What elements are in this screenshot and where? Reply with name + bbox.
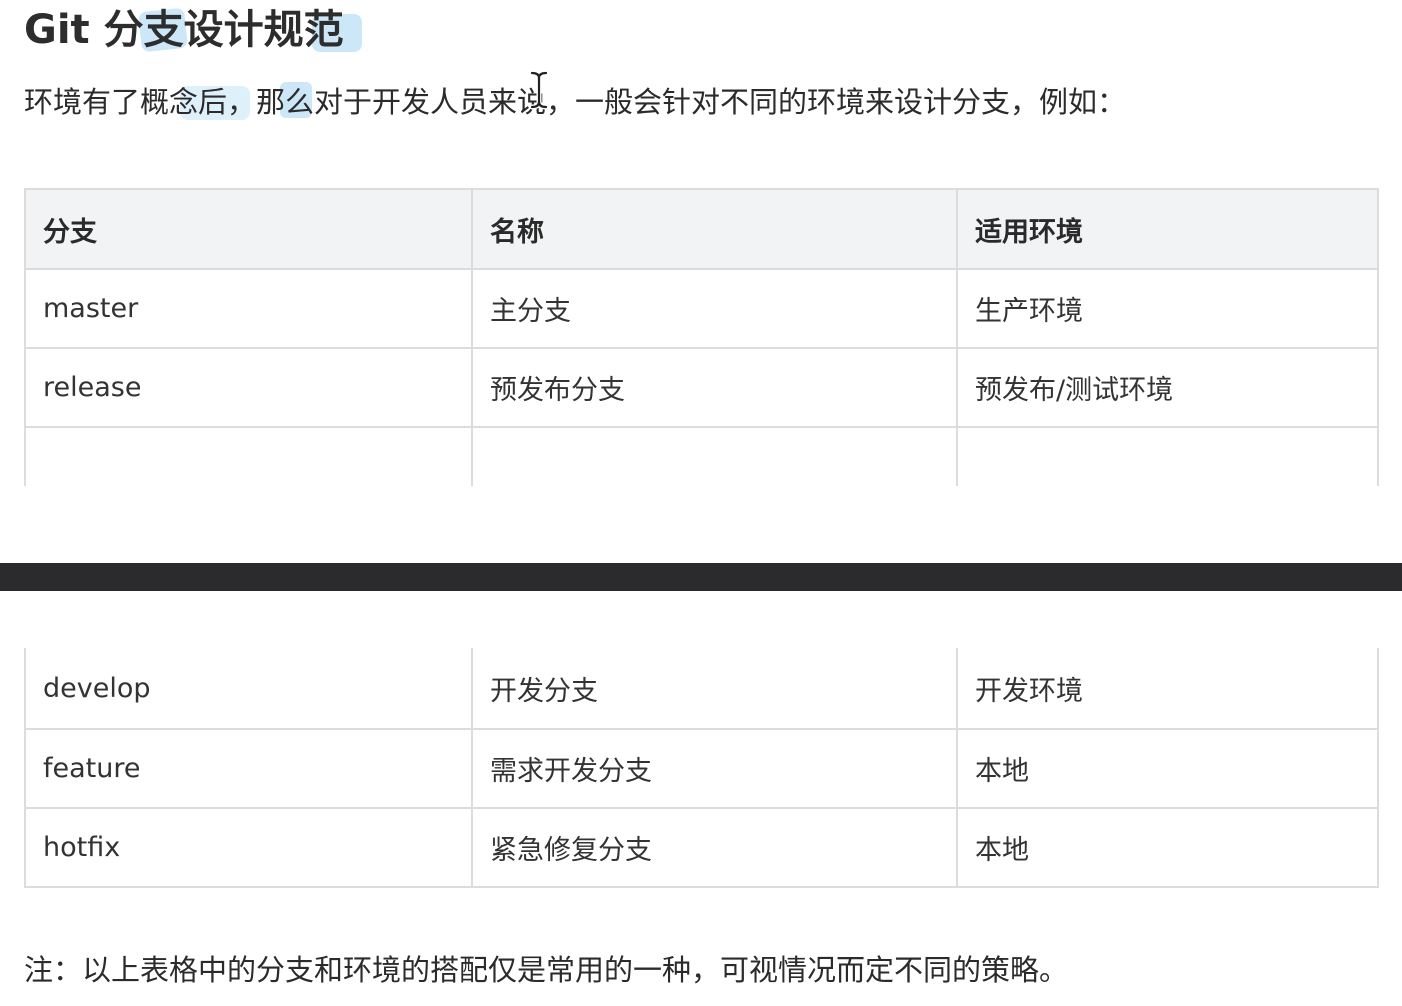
page-title: Git 分支设计规范 bbox=[24, 7, 344, 53]
cell-branch: hotfix bbox=[24, 807, 473, 888]
text-cursor-icon bbox=[529, 70, 549, 110]
column-header-name: 名称 bbox=[471, 188, 958, 270]
intro-paragraph: 环境有了概念后，那么对于开发人员来说，一般会针对不同的环境来设计分支，例如： bbox=[24, 85, 1127, 119]
cell-empty bbox=[471, 426, 958, 486]
table-row: master 主分支 生产环境 bbox=[24, 268, 1379, 349]
cell-environment: 开发环境 bbox=[956, 648, 1379, 730]
cell-empty bbox=[956, 426, 1379, 486]
cell-environment: 本地 bbox=[956, 807, 1379, 888]
table-header-row: 分支 名称 适用环境 bbox=[24, 188, 1379, 270]
screenshot-divider bbox=[0, 563, 1402, 591]
cell-environment: 生产环境 bbox=[956, 268, 1379, 349]
table-row: feature 需求开发分支 本地 bbox=[24, 728, 1379, 809]
table-row-partial bbox=[24, 426, 1379, 486]
cell-branch: release bbox=[24, 347, 473, 428]
table-row: develop 开发分支 开发环境 bbox=[24, 648, 1379, 730]
footnote: 注：以上表格中的分支和环境的搭配仅是常用的一种，可视情况而定不同的策略。 bbox=[24, 953, 1069, 987]
cell-environment: 预发布/测试环境 bbox=[956, 347, 1379, 428]
table-row: hotfix 紧急修复分支 本地 bbox=[24, 807, 1379, 888]
cell-name: 需求开发分支 bbox=[471, 728, 958, 809]
cell-empty bbox=[24, 426, 473, 486]
table-row: release 预发布分支 预发布/测试环境 bbox=[24, 347, 1379, 428]
column-header-environment: 适用环境 bbox=[956, 188, 1379, 270]
branch-table-continued: develop 开发分支 开发环境 feature 需求开发分支 本地 hotf… bbox=[24, 648, 1379, 888]
cell-name: 预发布分支 bbox=[471, 347, 958, 428]
cell-name: 开发分支 bbox=[471, 648, 958, 730]
cell-branch: feature bbox=[24, 728, 473, 809]
cell-environment: 本地 bbox=[956, 728, 1379, 809]
cell-branch: develop bbox=[24, 648, 473, 730]
cell-name: 主分支 bbox=[471, 268, 958, 349]
branch-table: 分支 名称 适用环境 master 主分支 生产环境 release 预发布分支… bbox=[24, 188, 1379, 486]
cell-name: 紧急修复分支 bbox=[471, 807, 958, 888]
column-header-branch: 分支 bbox=[24, 188, 473, 270]
cell-branch: master bbox=[24, 268, 473, 349]
